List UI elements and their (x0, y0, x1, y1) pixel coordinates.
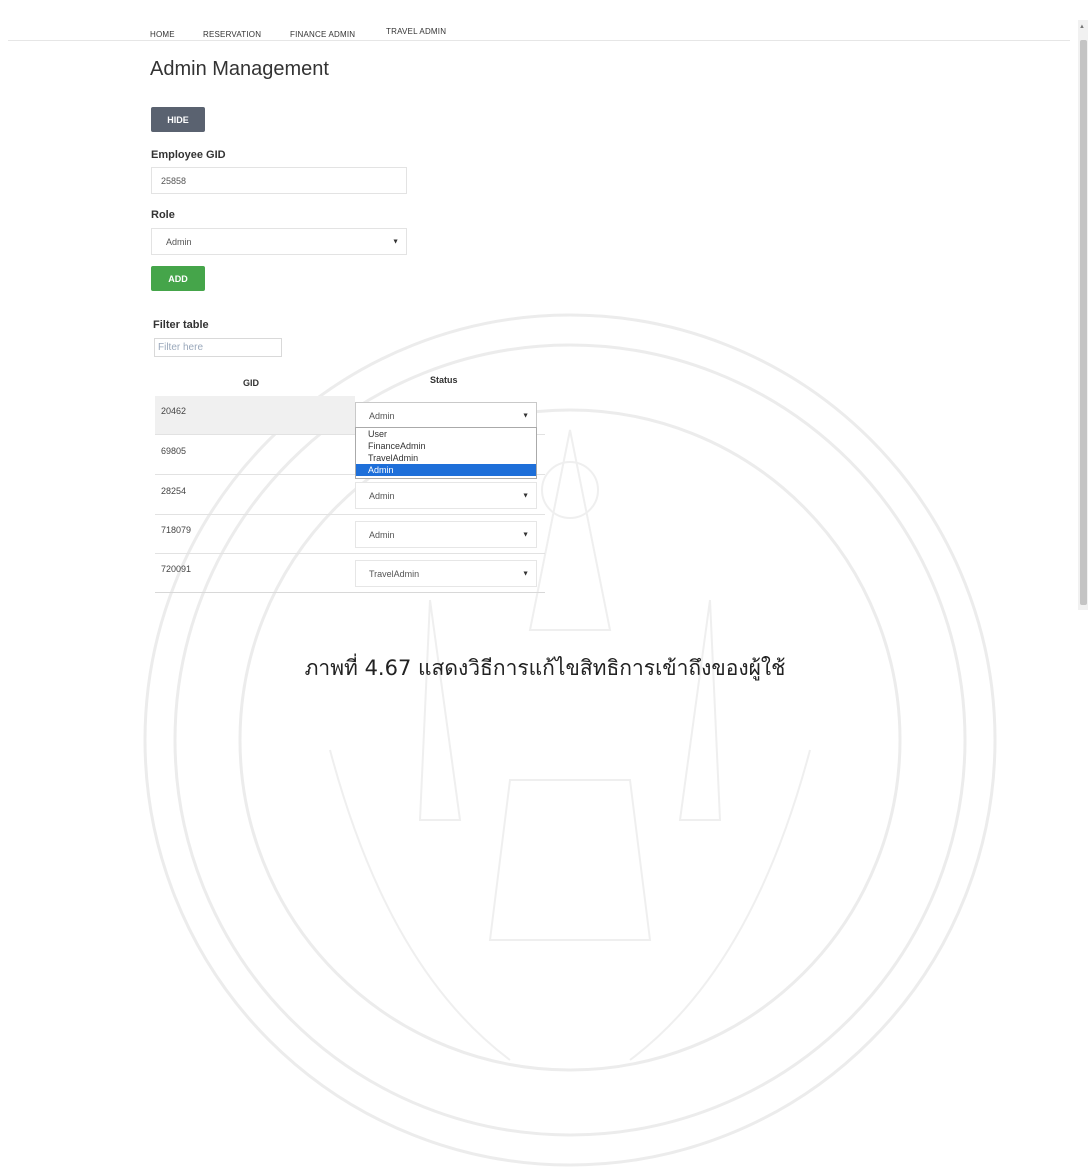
filter-table-label: Filter table (153, 319, 209, 331)
gid-value: 718079 (161, 525, 192, 535)
status-select-value: Admin (369, 529, 395, 540)
status-select[interactable]: Admin ▼ (355, 482, 537, 509)
chevron-down-icon: ▼ (392, 238, 399, 245)
gid-cell: 28254 (155, 476, 355, 514)
figure-caption: ภาพที่ 4.67 แสดงวิธีการแก้ไขสิทธิการเข้า… (304, 656, 786, 680)
table-header-gid[interactable]: GID (243, 378, 259, 388)
employee-gid-label: Employee GID (151, 149, 226, 161)
nav-finance-admin-link[interactable]: FINANCE ADMIN (290, 30, 355, 39)
gid-cell: 20462 (155, 396, 355, 434)
scrollbar-thumb[interactable] (1080, 40, 1087, 605)
nav-travel-admin-link[interactable]: TRAVEL ADMIN (386, 27, 446, 36)
role-label: Role (151, 209, 175, 221)
dropdown-option-traveladmin[interactable]: TravelAdmin (356, 452, 536, 464)
nav-home-link[interactable]: HOME (150, 30, 175, 39)
table-row: 28254 Admin ▼ (155, 476, 545, 515)
dropdown-option-admin[interactable]: Admin (356, 464, 536, 476)
status-select[interactable]: TravelAdmin ▼ (355, 560, 537, 587)
employee-gid-input[interactable]: 25858 (151, 167, 407, 194)
top-navbar: HOME RESERVATION FINANCE ADMIN TRAVEL AD… (8, 20, 1070, 41)
scroll-up-arrow-icon[interactable]: ▲ (1079, 24, 1085, 30)
gid-cell: 718079 (155, 515, 355, 553)
employee-gid-value: 25858 (161, 175, 187, 186)
role-select[interactable]: Admin ▼ (151, 228, 407, 255)
gid-cell: 720091 (155, 554, 355, 592)
add-button[interactable]: ADD (151, 266, 205, 291)
chevron-down-icon: ▼ (522, 492, 529, 499)
chevron-down-icon: ▼ (522, 570, 529, 577)
table-row: 718079 Admin ▼ (155, 515, 545, 554)
filter-input-placeholder: Filter here (158, 342, 204, 353)
table-row: 720091 TravelAdmin ▼ (155, 554, 545, 593)
table-bottom-border (155, 592, 545, 593)
dropdown-option-financeadmin[interactable]: FinanceAdmin (356, 440, 536, 452)
dropdown-option-user[interactable]: User (356, 428, 536, 440)
hide-button[interactable]: HIDE (151, 107, 205, 132)
gid-value: 20462 (161, 406, 187, 416)
table-header-status[interactable]: Status (430, 375, 458, 385)
role-select-value: Admin (166, 236, 192, 247)
gid-cell: 69805 (155, 436, 355, 474)
status-select-value: Admin (369, 410, 395, 421)
gid-value: 69805 (161, 446, 187, 456)
status-select-value: Admin (369, 490, 395, 501)
gid-value: 28254 (161, 486, 187, 496)
status-dropdown-list[interactable]: User FinanceAdmin TravelAdmin Admin (355, 427, 537, 479)
filter-input[interactable]: Filter here (154, 338, 282, 357)
nav-reservation-link[interactable]: RESERVATION (203, 30, 261, 39)
chevron-down-icon: ▼ (522, 412, 529, 419)
page-title: Admin Management (150, 58, 329, 80)
chevron-down-icon: ▼ (522, 531, 529, 538)
status-select[interactable]: Admin ▼ (355, 521, 537, 548)
gid-value: 720091 (161, 564, 192, 574)
status-select-value: TravelAdmin (369, 568, 420, 579)
status-select[interactable]: Admin ▼ (355, 402, 537, 429)
